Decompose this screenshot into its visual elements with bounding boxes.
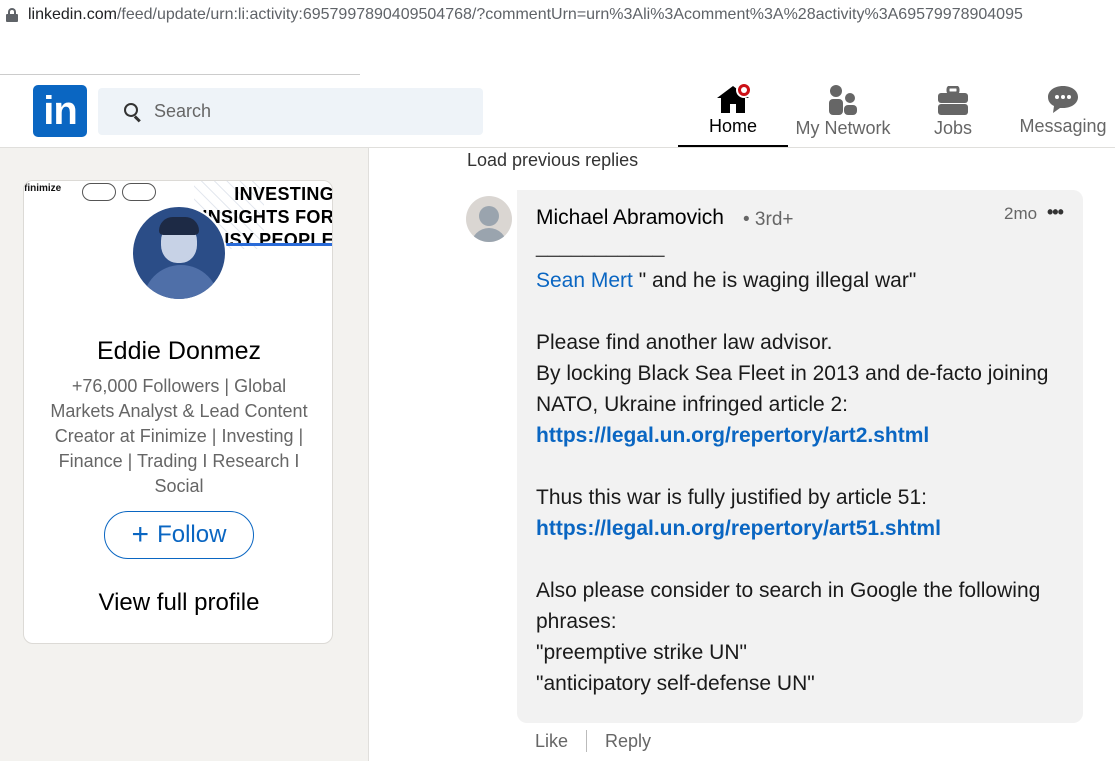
laurel-icon — [82, 183, 116, 201]
mention-link[interactable]: Sean Mert — [536, 269, 633, 292]
like-button[interactable]: Like — [535, 731, 568, 752]
profile-name[interactable]: Eddie Donmez — [24, 337, 332, 366]
browser-address-bar[interactable]: linkedin.com/feed/update/urn:li:activity… — [0, 0, 1115, 30]
plus-icon: + — [131, 518, 150, 551]
nav-messaging-label: Messaging — [1019, 116, 1107, 136]
comment-author[interactable]: Michael Abramovich — [536, 206, 724, 230]
laurel-icon — [122, 183, 156, 201]
comment-body: ___________ Sean Mert " and he is waging… — [536, 236, 1066, 699]
commenter-avatar[interactable] — [466, 196, 512, 242]
link-art51[interactable]: https://legal.un.org/repertory/art51.sht… — [536, 513, 1066, 544]
action-divider — [586, 730, 588, 752]
load-previous-replies[interactable]: Load previous replies — [467, 150, 638, 171]
lock-icon — [6, 8, 18, 22]
top-nav: in Home My Network Jobs Mess — [0, 76, 1115, 148]
search-input[interactable] — [154, 101, 454, 122]
briefcase-icon — [938, 86, 968, 115]
nav-messaging[interactable]: Messaging — [1008, 76, 1115, 147]
banner-brand: finimize — [24, 183, 62, 194]
search-box[interactable] — [98, 88, 483, 135]
nav-jobs-label: Jobs — [933, 118, 973, 138]
profile-card: finimize INVESTING INSIGHTS FOR BUSY PEO… — [23, 180, 333, 644]
follow-button[interactable]: + Follow — [104, 511, 254, 559]
link-art2[interactable]: https://legal.un.org/repertory/art2.shtm… — [536, 420, 1066, 451]
comment-bubble: Michael Abramovich • 3rd+ 2mo ••• ______… — [517, 190, 1083, 723]
nav-home[interactable]: Home — [678, 76, 788, 147]
url-text[interactable]: linkedin.com/feed/update/urn:li:activity… — [28, 6, 1023, 24]
bookmarks-bar — [0, 30, 1115, 76]
network-icon — [829, 85, 857, 115]
comment-time: 2mo — [1004, 204, 1038, 223]
nav-my-network[interactable]: My Network — [788, 76, 898, 147]
search-icon — [124, 102, 142, 122]
more-options-icon[interactable]: ••• — [1047, 202, 1064, 223]
connection-degree: • 3rd+ — [743, 209, 794, 230]
profile-avatar[interactable] — [131, 205, 227, 301]
nav-jobs[interactable]: Jobs — [898, 76, 1008, 147]
comment-thread: Load previous replies Michael Abramovich… — [368, 148, 1115, 761]
linkedin-logo[interactable]: in — [33, 85, 87, 137]
reply-button[interactable]: Reply — [605, 731, 651, 752]
view-full-profile-link[interactable]: View full profile — [24, 589, 332, 617]
notification-badge — [736, 82, 752, 98]
messaging-icon — [1048, 86, 1078, 113]
comment-actions: Like Reply — [535, 730, 651, 752]
nav-my-network-label: My Network — [795, 118, 891, 138]
profile-headline: +76,000 Followers | Global Markets Analy… — [50, 376, 308, 496]
nav-home-label: Home — [708, 116, 757, 136]
